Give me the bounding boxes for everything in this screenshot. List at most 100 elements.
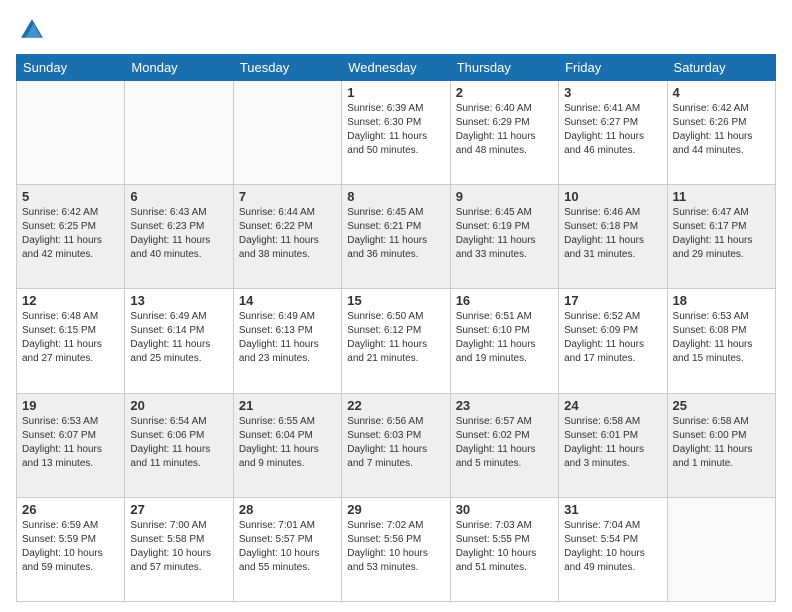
weekday-header: Thursday: [450, 55, 558, 81]
table-row: 24Sunrise: 6:58 AM Sunset: 6:01 PM Dayli…: [559, 393, 667, 497]
day-info: Sunrise: 6:44 AM Sunset: 6:22 PM Dayligh…: [239, 206, 336, 262]
day-number: 28: [239, 502, 336, 517]
header: [16, 16, 776, 44]
day-number: 6: [130, 189, 227, 204]
day-number: 27: [130, 502, 227, 517]
day-number: 4: [673, 85, 770, 100]
day-info: Sunrise: 7:04 AM Sunset: 5:54 PM Dayligh…: [564, 519, 661, 575]
day-number: 14: [239, 293, 336, 308]
calendar-row: 19 Sunrise: 6:53 AM Sunset: 6:07 PM Dayli…: [17, 393, 776, 497]
table-row: 14 Sunrise: 6:49 AM Sunset: 6:13 PM Dayli…: [233, 289, 341, 393]
day-info: Sunrise: 6:45 AM Sunset: 6:21 PM Dayligh…: [347, 206, 444, 262]
day-info: Sunrise: 6:57 AM Sunset: 6:02 PM Dayligh…: [456, 415, 553, 471]
table-row: [17, 81, 125, 185]
table-row: 27Sunrise: 7:00 AM Sunset: 5:58 PM Dayli…: [125, 497, 233, 601]
day-number: 19: [22, 398, 119, 413]
day-info: Sunrise: 6:43 AM Sunset: 6:23 PM Dayligh…: [130, 206, 227, 262]
day-info: Sunrise: 7:02 AM Sunset: 5:56 PM Dayligh…: [347, 519, 444, 575]
day-info: Sunrise: 6:41 AM Sunset: 6:27 PM Dayligh…: [564, 102, 661, 158]
day-number: 12: [22, 293, 119, 308]
day-number: 17: [564, 293, 661, 308]
table-row: 15 Sunrise: 6:50 AM Sunset: 6:12 PM Dayli…: [342, 289, 450, 393]
weekday-header: Friday: [559, 55, 667, 81]
table-row: 9 Sunrise: 6:45 AM Sunset: 6:19 PM Daylig…: [450, 185, 558, 289]
table-row: 1 Sunrise: 6:39 AM Sunset: 6:30 PM Daylig…: [342, 81, 450, 185]
calendar-row: 12 Sunrise: 6:48 AM Sunset: 6:15 PM Dayli…: [17, 289, 776, 393]
day-info: Sunrise: 6:56 AM Sunset: 6:03 PM Dayligh…: [347, 415, 444, 471]
table-row: 11 Sunrise: 6:47 AM Sunset: 6:17 PM Dayli…: [667, 185, 775, 289]
day-info: Sunrise: 6:54 AM Sunset: 6:06 PM Dayligh…: [130, 415, 227, 471]
table-row: 13 Sunrise: 6:49 AM Sunset: 6:14 PM Dayli…: [125, 289, 233, 393]
table-row: 31 Sunrise: 7:04 AM Sunset: 5:54 PM Dayli…: [559, 497, 667, 601]
day-info: Sunrise: 6:50 AM Sunset: 6:12 PM Dayligh…: [347, 310, 444, 366]
day-number: 25: [673, 398, 770, 413]
table-row: 30 Sunrise: 7:03 AM Sunset: 5:55 PM Dayli…: [450, 497, 558, 601]
calendar-row: 26 Sunrise: 6:59 AM Sunset: 5:59 PM Dayli…: [17, 497, 776, 601]
logo-icon: [18, 16, 46, 44]
day-info: Sunrise: 6:45 AM Sunset: 6:19 PM Dayligh…: [456, 206, 553, 262]
table-row: [125, 81, 233, 185]
day-number: 13: [130, 293, 227, 308]
day-number: 11: [673, 189, 770, 204]
day-info: Sunrise: 6:49 AM Sunset: 6:13 PM Dayligh…: [239, 310, 336, 366]
day-number: 8: [347, 189, 444, 204]
day-info: Sunrise: 6:51 AM Sunset: 6:10 PM Dayligh…: [456, 310, 553, 366]
day-number: 7: [239, 189, 336, 204]
day-number: 16: [456, 293, 553, 308]
day-info: Sunrise: 6:49 AM Sunset: 6:14 PM Dayligh…: [130, 310, 227, 366]
table-row: 17 Sunrise: 6:52 AM Sunset: 6:09 PM Dayli…: [559, 289, 667, 393]
table-row: 19 Sunrise: 6:53 AM Sunset: 6:07 PM Dayli…: [17, 393, 125, 497]
day-number: 31: [564, 502, 661, 517]
calendar-table: SundayMondayTuesdayWednesdayThursdayFrid…: [16, 54, 776, 602]
calendar-row: 5 Sunrise: 6:42 AM Sunset: 6:25 PM Daylig…: [17, 185, 776, 289]
table-row: 18 Sunrise: 6:53 AM Sunset: 6:08 PM Dayli…: [667, 289, 775, 393]
day-info: Sunrise: 6:55 AM Sunset: 6:04 PM Dayligh…: [239, 415, 336, 471]
table-row: 20Sunrise: 6:54 AM Sunset: 6:06 PM Dayli…: [125, 393, 233, 497]
day-number: 26: [22, 502, 119, 517]
day-info: Sunrise: 6:40 AM Sunset: 6:29 PM Dayligh…: [456, 102, 553, 158]
day-number: 1: [347, 85, 444, 100]
day-info: Sunrise: 6:58 AM Sunset: 6:01 PM Dayligh…: [564, 415, 661, 471]
day-number: 3: [564, 85, 661, 100]
day-info: Sunrise: 6:47 AM Sunset: 6:17 PM Dayligh…: [673, 206, 770, 262]
table-row: 22 Sunrise: 6:56 AM Sunset: 6:03 PM Dayli…: [342, 393, 450, 497]
day-info: Sunrise: 6:42 AM Sunset: 6:25 PM Dayligh…: [22, 206, 119, 262]
table-row: 10 Sunrise: 6:46 AM Sunset: 6:18 PM Dayli…: [559, 185, 667, 289]
table-row: 16 Sunrise: 6:51 AM Sunset: 6:10 PM Dayli…: [450, 289, 558, 393]
day-info: Sunrise: 6:48 AM Sunset: 6:15 PM Dayligh…: [22, 310, 119, 366]
day-number: 15: [347, 293, 444, 308]
day-number: 22: [347, 398, 444, 413]
day-info: Sunrise: 7:01 AM Sunset: 5:57 PM Dayligh…: [239, 519, 336, 575]
day-number: 2: [456, 85, 553, 100]
table-row: 25 Sunrise: 6:58 AM Sunset: 6:00 PM Dayli…: [667, 393, 775, 497]
day-info: Sunrise: 6:53 AM Sunset: 6:07 PM Dayligh…: [22, 415, 119, 471]
day-number: 30: [456, 502, 553, 517]
day-number: 18: [673, 293, 770, 308]
logo: [16, 16, 48, 44]
weekday-header: Sunday: [17, 55, 125, 81]
day-number: 9: [456, 189, 553, 204]
day-info: Sunrise: 7:03 AM Sunset: 5:55 PM Dayligh…: [456, 519, 553, 575]
weekday-header: Wednesday: [342, 55, 450, 81]
day-info: Sunrise: 6:53 AM Sunset: 6:08 PM Dayligh…: [673, 310, 770, 366]
table-row: 21Sunrise: 6:55 AM Sunset: 6:04 PM Dayli…: [233, 393, 341, 497]
table-row: 26 Sunrise: 6:59 AM Sunset: 5:59 PM Dayli…: [17, 497, 125, 601]
day-info: Sunrise: 6:58 AM Sunset: 6:00 PM Dayligh…: [673, 415, 770, 471]
day-number: 10: [564, 189, 661, 204]
table-row: [667, 497, 775, 601]
day-number: 5: [22, 189, 119, 204]
table-row: 3 Sunrise: 6:41 AM Sunset: 6:27 PM Daylig…: [559, 81, 667, 185]
table-row: 4Sunrise: 6:42 AM Sunset: 6:26 PM Daylig…: [667, 81, 775, 185]
table-row: 5 Sunrise: 6:42 AM Sunset: 6:25 PM Daylig…: [17, 185, 125, 289]
table-row: 12 Sunrise: 6:48 AM Sunset: 6:15 PM Dayli…: [17, 289, 125, 393]
day-info: Sunrise: 6:39 AM Sunset: 6:30 PM Dayligh…: [347, 102, 444, 158]
table-row: 29Sunrise: 7:02 AM Sunset: 5:56 PM Dayli…: [342, 497, 450, 601]
day-info: Sunrise: 6:59 AM Sunset: 5:59 PM Dayligh…: [22, 519, 119, 575]
page: SundayMondayTuesdayWednesdayThursdayFrid…: [0, 0, 792, 612]
day-info: Sunrise: 6:52 AM Sunset: 6:09 PM Dayligh…: [564, 310, 661, 366]
table-row: 23Sunrise: 6:57 AM Sunset: 6:02 PM Dayli…: [450, 393, 558, 497]
table-row: [233, 81, 341, 185]
weekday-header: Monday: [125, 55, 233, 81]
day-info: Sunrise: 6:46 AM Sunset: 6:18 PM Dayligh…: [564, 206, 661, 262]
weekday-header: Saturday: [667, 55, 775, 81]
